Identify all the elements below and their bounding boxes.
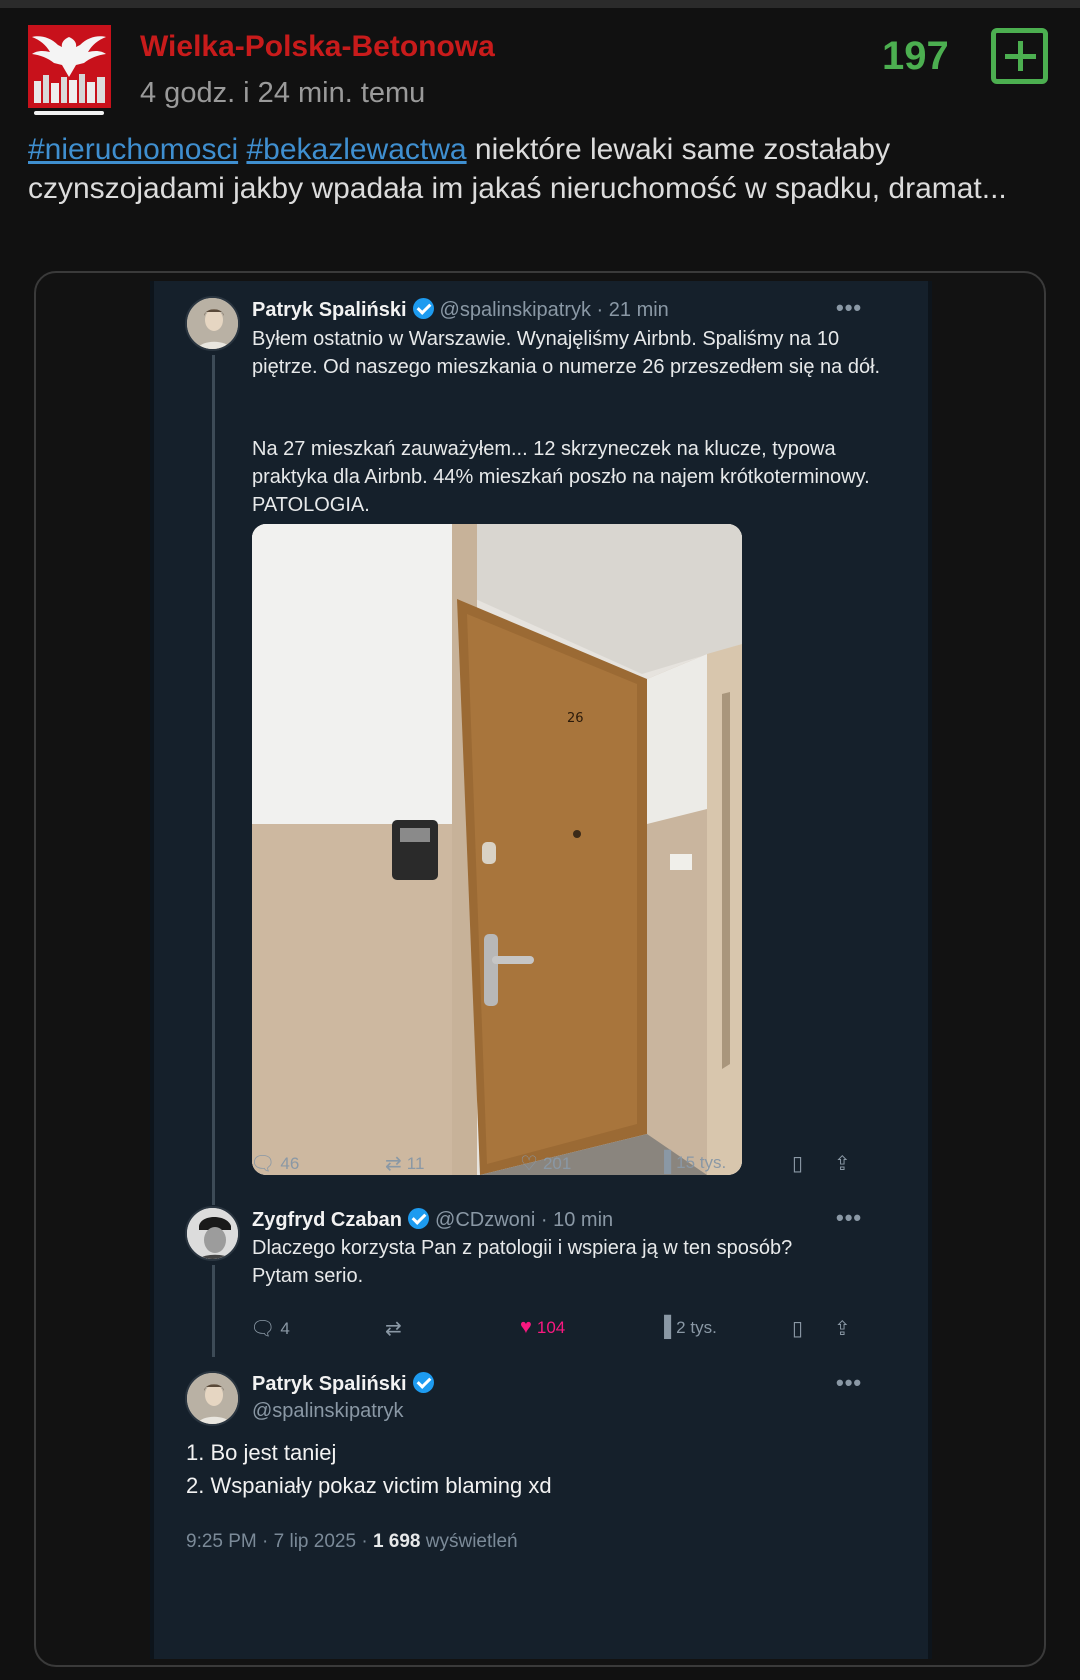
- bookmark-icon: ▯: [792, 1318, 804, 1340]
- tweet-handle-time: @CDzwoni · 10 min: [435, 1209, 614, 1231]
- tweet-actions: 🗨︎ 4 ⇄ ♥ 104 ▐ 2 tys. ▯ ⇪: [250, 1316, 860, 1342]
- retweet-button[interactable]: ⇄ 11: [385, 1151, 424, 1176]
- author-name[interactable]: Wielka-Polska-Betonowa: [140, 30, 495, 64]
- heart-icon: ♡: [520, 1153, 538, 1175]
- reply-button[interactable]: 🗨︎ 4: [250, 1316, 290, 1341]
- reply-line: 2. Wspaniały pokaz victim blaming xd: [186, 1473, 552, 1498]
- verified-badge-icon: [412, 1372, 434, 1393]
- door-photo-icon: 26: [252, 524, 742, 1175]
- share-button[interactable]: ⇪: [834, 1151, 851, 1176]
- retweet-button[interactable]: ⇄: [385, 1316, 402, 1341]
- retweet-icon: ⇄: [385, 1318, 402, 1340]
- tag-link[interactable]: #bekazlewactwa: [246, 133, 466, 166]
- tweet-views-number: 1 698: [372, 1531, 421, 1552]
- eagle-logo-icon: [28, 25, 111, 108]
- views-button[interactable]: ▐ 15 tys.: [657, 1151, 726, 1174]
- tweet-header: Patryk Spaliński: [252, 1372, 434, 1396]
- views-icon: ▐: [657, 1151, 672, 1173]
- tweet-text: Na 27 mieszkań zauważyłem... 12 skrzynec…: [252, 438, 870, 516]
- tweet-avatar: [185, 296, 240, 351]
- bookmark-icon: ▯: [792, 1153, 804, 1175]
- tweet-text: Byłem ostatnio w Warszawie. Wynajęliśmy …: [252, 328, 881, 378]
- tweet-handle[interactable]: @spalinskipatryk: [252, 1397, 403, 1425]
- top-bar: [0, 0, 1080, 8]
- reply-line: 1. Bo jest taniej: [186, 1440, 337, 1465]
- tweet-avatar: [185, 1206, 240, 1261]
- screenshot-edge: [928, 281, 932, 1659]
- vote-score: 197: [882, 34, 949, 78]
- bookmark-button[interactable]: ▯: [792, 1151, 803, 1176]
- retweet-icon: ⇄: [385, 1153, 402, 1175]
- reply-count: 46: [280, 1153, 300, 1173]
- tweet-header: Patryk Spaliński @spalinskipatryk · 21 mi…: [252, 298, 669, 322]
- upvote-button[interactable]: [991, 28, 1048, 84]
- person-avatar-icon: [187, 1373, 238, 1424]
- heart-icon: ♥: [520, 1316, 532, 1338]
- avatar-underline: [34, 111, 104, 115]
- share-icon: ⇪: [834, 1318, 851, 1340]
- door-number: 26: [567, 711, 584, 726]
- tweet-photo[interactable]: 26: [252, 524, 742, 1175]
- views-count: 15 tys.: [676, 1152, 727, 1172]
- share-button[interactable]: ⇪: [834, 1316, 851, 1341]
- person-avatar-icon: [187, 1208, 238, 1259]
- reply-count: 4: [280, 1318, 290, 1338]
- tweet-timestamp: 9:25 PM · 7 lip 2025 ·: [186, 1531, 373, 1552]
- tweet-footer: 9:25 PM · 7 lip 2025 · 1 698 wyświetleń: [186, 1531, 518, 1553]
- like-button[interactable]: ♥ 104: [520, 1316, 565, 1339]
- verified-badge-icon: [408, 1208, 430, 1229]
- reply-icon: 🗨︎: [250, 1318, 276, 1340]
- verified-badge-icon: [412, 298, 434, 319]
- tag-link[interactable]: #nieruchomosci: [28, 133, 238, 166]
- like-count: 201: [542, 1153, 572, 1173]
- tweet-author-name[interactable]: Patryk Spaliński: [252, 1373, 407, 1395]
- tweet-header: Zygfryd Czaban @CDzwoni · 10 min: [252, 1208, 613, 1232]
- more-options-icon[interactable]: •••: [836, 295, 862, 321]
- views-count: 2 tys.: [676, 1317, 717, 1337]
- retweet-count: 11: [406, 1153, 425, 1173]
- screenshot-edge: [150, 281, 154, 1659]
- views-button[interactable]: ▐ 2 tys.: [657, 1316, 717, 1339]
- tweet-text: Dlaczego korzysta Pan z patologii i wspi…: [252, 1237, 793, 1287]
- tweet-avatar: [185, 1371, 240, 1426]
- thread-line: [212, 355, 215, 1205]
- share-icon: ⇪: [834, 1153, 851, 1175]
- reply-button[interactable]: 🗨︎ 46: [250, 1151, 299, 1176]
- tweet-views-label: wyświetleń: [420, 1531, 518, 1552]
- author-avatar[interactable]: [28, 25, 111, 108]
- tweet-screenshot: Patryk Spaliński @spalinskipatryk · 21 mi…: [150, 281, 932, 1659]
- like-button[interactable]: ♡ 201: [520, 1151, 571, 1176]
- views-icon: ▐: [657, 1316, 672, 1338]
- thread-line: [212, 1265, 215, 1357]
- tweet-author-name[interactable]: Patryk Spaliński: [252, 299, 407, 321]
- like-count: 104: [536, 1317, 566, 1337]
- post-body: #nieruchomosci #bekazlewactwa niektóre l…: [28, 130, 1048, 208]
- embedded-image[interactable]: Patryk Spaliński @spalinskipatryk · 21 mi…: [34, 271, 1046, 1667]
- more-options-icon[interactable]: •••: [836, 1205, 862, 1231]
- person-avatar-icon: [187, 298, 238, 349]
- more-options-icon[interactable]: •••: [836, 1370, 862, 1396]
- post-time: 4 godz. i 24 min. temu: [140, 77, 426, 109]
- tweet-author-name[interactable]: Zygfryd Czaban: [252, 1209, 402, 1231]
- reply-icon: 🗨︎: [250, 1153, 276, 1175]
- tweet-handle-time: @spalinskipatryk · 21 min: [439, 299, 669, 321]
- bookmark-button[interactable]: ▯: [792, 1316, 803, 1341]
- tweet-actions: 🗨︎ 46 ⇄ 11 ♡ 201 ▐ 15 tys. ▯ ⇪: [250, 1151, 860, 1177]
